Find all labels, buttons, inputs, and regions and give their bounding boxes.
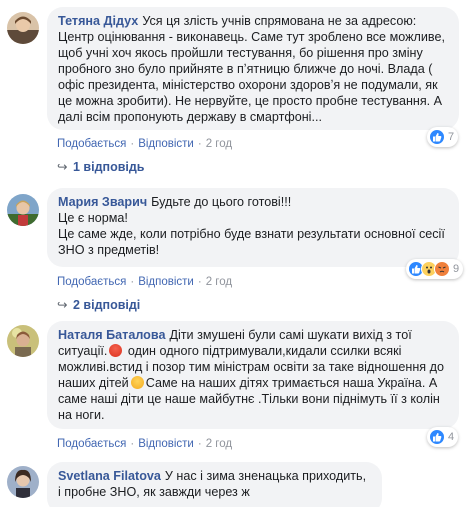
comment-author[interactable]: Наталя Баталова (58, 328, 165, 342)
reply-link[interactable]: Відповісти (138, 276, 194, 288)
comment-bubble: Тетяна Дідух Уся ця злість учнів спрямова… (47, 7, 459, 130)
reactions-summary[interactable]: 7 (427, 127, 459, 147)
angry-face-emoji-icon (109, 344, 123, 357)
comment-actions: Подобається · Відповісти · 2 год (57, 438, 233, 450)
view-replies-link[interactable]: ↪ 1 відповідь (57, 159, 144, 175)
comment-time[interactable]: 2 год (206, 276, 232, 288)
avatar[interactable] (7, 12, 39, 44)
avatar[interactable] (7, 194, 39, 226)
comment-time[interactable]: 2 год (206, 138, 232, 150)
like-reaction-icon (429, 129, 445, 145)
replies-label: 2 відповіді (73, 298, 141, 312)
reply-arrow-icon: ↪ (57, 160, 68, 174)
reactions-count: 9 (453, 263, 460, 275)
like-link[interactable]: Подобається (57, 276, 126, 288)
comment-author[interactable]: Тетяна Дідух (58, 14, 138, 28)
comment-bubble: Svetlana Filatova У нас і зима зненацька … (47, 462, 382, 507)
comment-actions: Подобається · Відповісти · 2 год (57, 276, 233, 288)
reactions-summary[interactable]: 4 (427, 427, 459, 447)
reply-link[interactable]: Відповісти (138, 138, 194, 150)
comment-time[interactable]: 2 год (206, 438, 232, 450)
reply-link[interactable]: Відповісти (138, 438, 194, 450)
angry-reaction-icon (434, 261, 450, 277)
view-replies-link[interactable]: ↪ 2 відповіді (57, 297, 140, 313)
comment-text-line: Це є норма! (58, 211, 128, 225)
comment-actions: Подобається · Відповісти · 2 год (57, 138, 233, 150)
sad-face-emoji-icon (130, 376, 144, 389)
like-reaction-icon (429, 429, 445, 445)
comment-text-line: Це саме жде, коли потрібно буде взнати р… (58, 227, 449, 257)
comment-bubble: Мария Зварич Будьте до цього готові!!! Це… (47, 188, 459, 267)
comment-bubble: Наталя Баталова Діти змушені були самі шу… (47, 321, 459, 429)
comment-text: Уся ця злість учнів спрямована не за адр… (58, 14, 449, 124)
reactions-count: 4 (448, 431, 455, 443)
like-link[interactable]: Подобається (57, 438, 126, 450)
avatar[interactable] (7, 325, 39, 357)
comment-text-line: Будьте до цього готові!!! (151, 195, 292, 209)
like-link[interactable]: Подобається (57, 138, 126, 150)
comment-author[interactable]: Svetlana Filatova (58, 469, 161, 483)
reactions-summary[interactable]: 9 (406, 259, 464, 279)
avatar[interactable] (7, 466, 39, 498)
reactions-count: 7 (448, 131, 455, 143)
comment-author[interactable]: Мария Зварич (58, 195, 147, 209)
reply-arrow-icon: ↪ (57, 298, 68, 312)
replies-label: 1 відповідь (73, 160, 145, 174)
